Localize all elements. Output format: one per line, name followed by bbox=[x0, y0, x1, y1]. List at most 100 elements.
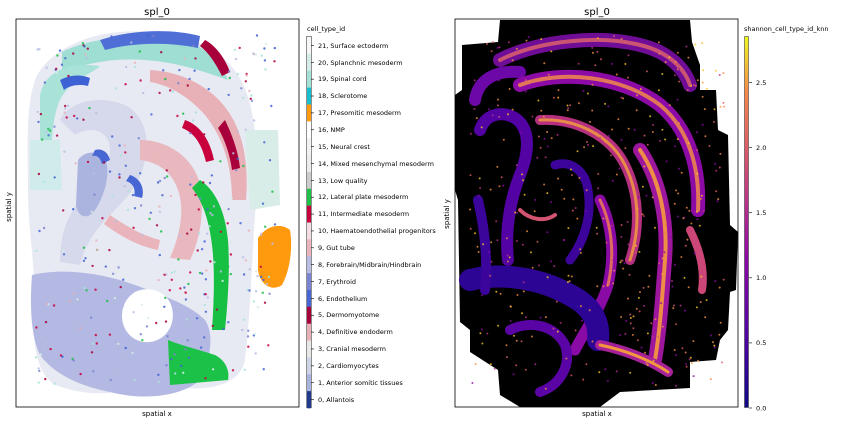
cell-dot bbox=[193, 69, 196, 72]
entropy-dot bbox=[522, 290, 525, 293]
legend-entry-15: 15, Neural crest bbox=[318, 143, 370, 151]
entropy-dot bbox=[690, 84, 692, 87]
entropy-dot bbox=[718, 286, 721, 289]
cell-dot bbox=[64, 107, 67, 110]
cell-dot bbox=[158, 253, 161, 257]
entropy-dot bbox=[560, 188, 563, 191]
cell-dot bbox=[187, 356, 191, 359]
entropy-dot bbox=[599, 136, 601, 139]
legend-entry-13: 13, Low quality bbox=[318, 177, 368, 185]
entropy-dot bbox=[572, 198, 575, 201]
legend-entry-19: 19, Spinal cord bbox=[318, 75, 367, 83]
cell-dot bbox=[247, 229, 251, 232]
entropy-dot bbox=[675, 323, 678, 326]
entropy-dot bbox=[708, 145, 711, 147]
cell-dot bbox=[260, 233, 263, 236]
cell-dot bbox=[246, 335, 250, 338]
entropy-dot bbox=[591, 340, 594, 343]
entropy-dot bbox=[672, 307, 675, 310]
cell-dot bbox=[185, 318, 189, 321]
cell-dot bbox=[190, 228, 193, 231]
entropy-dot bbox=[512, 373, 515, 376]
cell-dot bbox=[86, 160, 90, 164]
cell-dot bbox=[153, 158, 156, 161]
entropy-dot bbox=[621, 259, 624, 262]
cell-dot bbox=[263, 301, 267, 304]
cell-dot bbox=[53, 125, 56, 128]
cell-dot bbox=[178, 234, 182, 237]
entropy-dot bbox=[685, 88, 688, 91]
left-y-axis-label: spatial y bbox=[5, 192, 13, 222]
entropy-dot bbox=[557, 89, 560, 92]
legend-swatch bbox=[307, 306, 311, 324]
cell-dot bbox=[63, 150, 66, 153]
entropy-dot bbox=[552, 327, 555, 330]
entropy-dot bbox=[687, 141, 690, 144]
entropy-dot bbox=[587, 143, 590, 146]
entropy-dot bbox=[490, 260, 493, 263]
cell-dot bbox=[165, 169, 168, 172]
entropy-dot bbox=[610, 62, 613, 65]
entropy-dot bbox=[604, 140, 607, 143]
cell-dot bbox=[264, 42, 268, 45]
entropy-dot bbox=[579, 248, 582, 251]
cell-dot bbox=[271, 242, 274, 245]
cell-dot bbox=[240, 87, 243, 90]
legend-swatch bbox=[307, 340, 311, 358]
colorbar-tick-label-2: 1.0 bbox=[756, 274, 766, 282]
cell-dot bbox=[85, 57, 89, 60]
entropy-dot bbox=[639, 88, 642, 91]
cell-dot bbox=[68, 299, 72, 303]
cell-dot bbox=[184, 291, 187, 294]
entropy-dot bbox=[515, 164, 518, 167]
entropy-dot bbox=[550, 137, 553, 140]
entropy-dot bbox=[476, 245, 479, 248]
cell-dot bbox=[125, 65, 128, 69]
entropy-dot bbox=[540, 38, 543, 41]
legend-swatch bbox=[307, 273, 311, 291]
entropy-dot bbox=[508, 256, 511, 259]
entropy-dot bbox=[627, 54, 630, 57]
entropy-dot bbox=[536, 156, 539, 159]
legend-swatches bbox=[307, 37, 314, 409]
cell-dot bbox=[244, 128, 247, 131]
entropy-dot bbox=[505, 356, 508, 359]
entropy-dot bbox=[538, 135, 540, 138]
entropy-dot bbox=[712, 341, 714, 344]
legend-swatch bbox=[307, 391, 311, 409]
cell-dot bbox=[198, 271, 202, 275]
entropy-dot bbox=[511, 108, 514, 111]
cell-dot bbox=[166, 175, 169, 178]
entropy-dot bbox=[496, 46, 499, 49]
entropy-dot bbox=[685, 363, 687, 366]
cell-dot bbox=[123, 144, 126, 147]
cell-dot bbox=[152, 34, 155, 38]
cell-dot bbox=[130, 116, 133, 119]
entropy-dot bbox=[629, 322, 632, 325]
entropy-dot bbox=[687, 56, 690, 59]
entropy-dot bbox=[638, 310, 641, 313]
entropy-dot bbox=[526, 230, 529, 233]
entropy-dot bbox=[567, 227, 570, 230]
entropy-dot bbox=[687, 286, 690, 289]
cell-dot bbox=[215, 308, 219, 311]
cell-dot bbox=[207, 87, 210, 91]
cell-dot bbox=[139, 79, 142, 82]
entropy-dot bbox=[645, 70, 648, 73]
legend-swatch bbox=[307, 222, 311, 240]
entropy-dot bbox=[565, 357, 568, 360]
entropy-dot bbox=[513, 334, 515, 337]
cell-dot bbox=[206, 232, 209, 235]
entropy-dot bbox=[617, 118, 620, 121]
cell-dot bbox=[269, 141, 272, 144]
legend-entry-5: 5, Dermomyotome bbox=[318, 311, 379, 319]
cell-dot bbox=[114, 219, 118, 223]
entropy-dot bbox=[684, 309, 686, 312]
entropy-dot bbox=[635, 109, 638, 112]
right-chart-title: spl_0 bbox=[584, 7, 610, 18]
entropy-dot bbox=[718, 333, 721, 336]
cell-dot bbox=[95, 239, 98, 242]
cell-dot bbox=[45, 130, 48, 133]
legend-swatch bbox=[307, 357, 311, 375]
cell-dot bbox=[110, 35, 113, 38]
